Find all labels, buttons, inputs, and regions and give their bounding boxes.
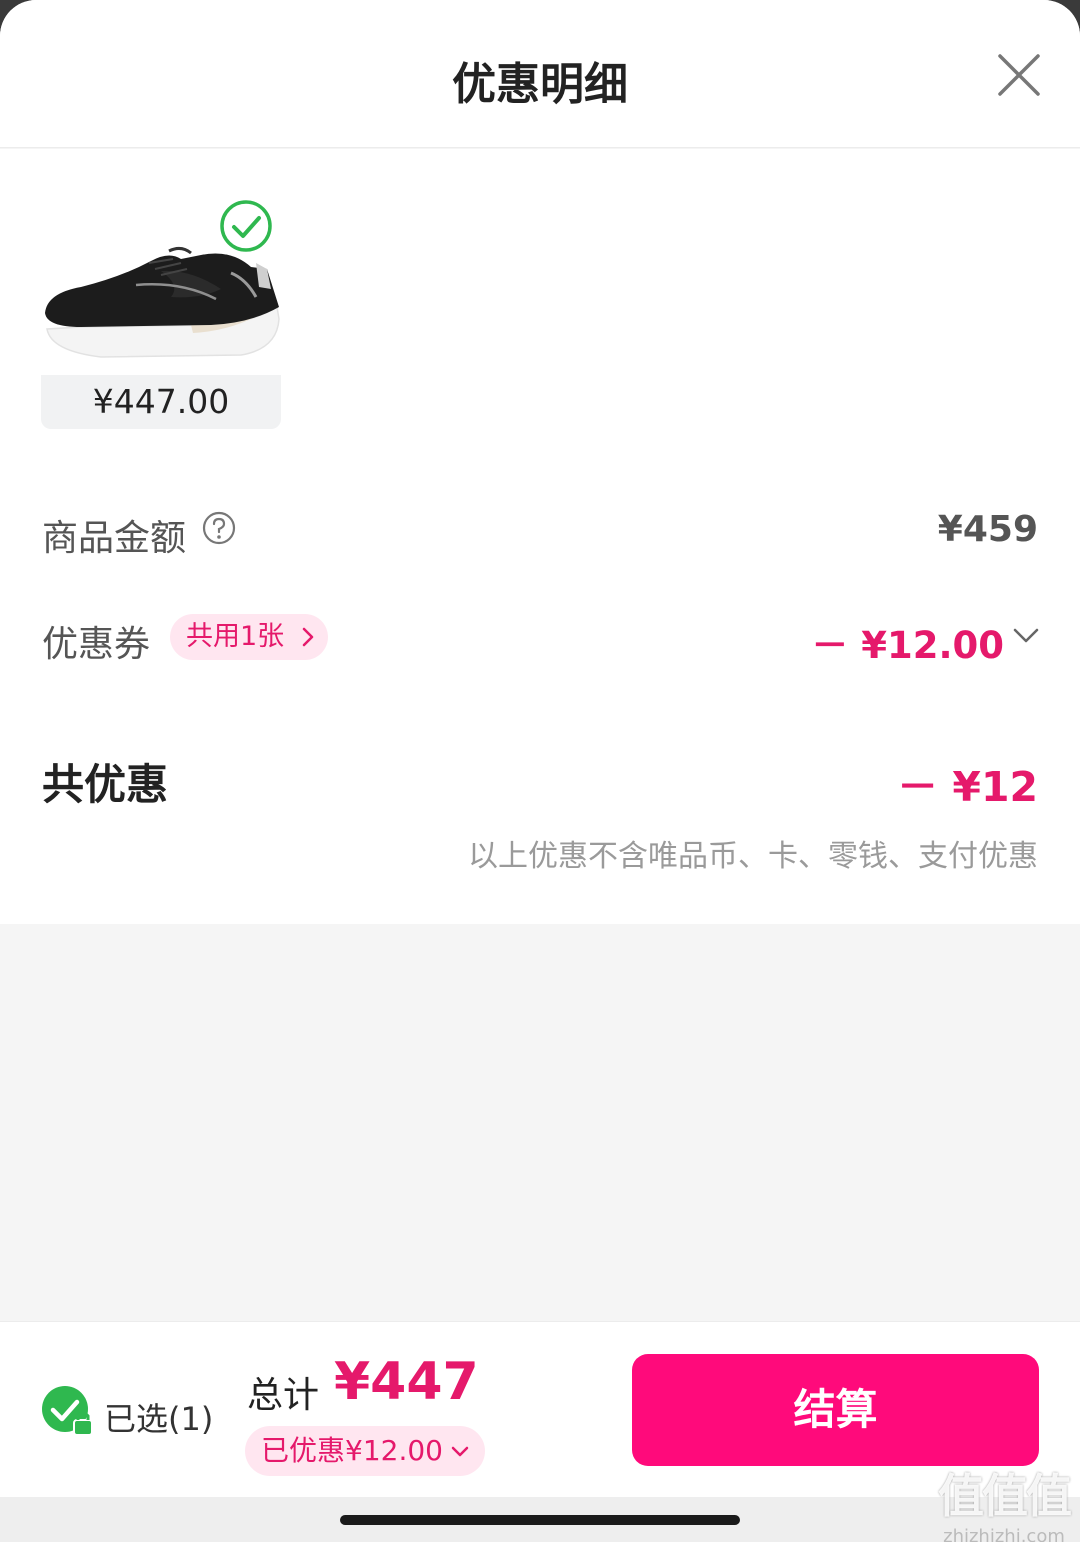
watermark-url: zhizhizhi.com [943,1526,1065,1542]
total-discount-label: 共优惠 [42,760,169,809]
coupon-count-text: 共用1张 [186,621,285,652]
product-card[interactable]: ¥447.00 [41,189,281,429]
chevron-down-icon [451,1446,469,1457]
total-discount-value: － ¥12 [897,763,1038,811]
product-price: ¥447.00 [41,375,281,429]
discount-summary-text: 已优惠¥12.00 [261,1434,443,1467]
home-indicator[interactable] [340,1515,740,1525]
close-icon[interactable] [996,52,1042,98]
chevron-down-icon[interactable] [1012,627,1040,645]
discount-summary-pill[interactable]: 已优惠¥12.00 [245,1426,485,1476]
home-indicator-area [0,1497,1080,1542]
chevron-right-icon [302,627,314,647]
goods-amount-label: 商品金额 [42,518,187,559]
sheet-title: 优惠明细 [452,59,628,110]
total-price: ¥447 [334,1352,479,1412]
checkout-bar: 已选(1) 总计 ¥447 已优惠¥12.00 结算 [0,1321,1080,1497]
help-icon[interactable] [202,511,236,545]
selected-lock-icon[interactable] [40,1384,96,1440]
selected-check-icon [220,200,272,252]
coupon-discount-value: － ¥12.00 [811,624,1004,667]
watermark-logo: 值值值 [938,1469,1072,1523]
coupon-label: 优惠券 [42,624,151,665]
goods-amount-value: ¥459 [937,509,1038,550]
coupon-count-pill[interactable]: 共用1张 [170,614,328,660]
discount-detail-sheet: 优惠明细 ¥447.00 商品金额 ¥459 优惠券 共用1张 － ¥12.00… [0,0,1080,1542]
total-label: 总计 [247,1375,320,1416]
discount-content: ¥447.00 商品金额 ¥459 优惠券 共用1张 － ¥12.00 共优惠 … [0,149,1080,924]
watermark: 值值值 zhizhizhi.com [938,1460,1072,1542]
selected-count: 已选(1) [104,1400,214,1438]
discount-note: 以上优惠不含唯品币、卡、零钱、支付优惠 [468,839,1038,874]
checkout-button[interactable]: 结算 [632,1354,1039,1466]
sheet-header: 优惠明细 [0,0,1080,148]
